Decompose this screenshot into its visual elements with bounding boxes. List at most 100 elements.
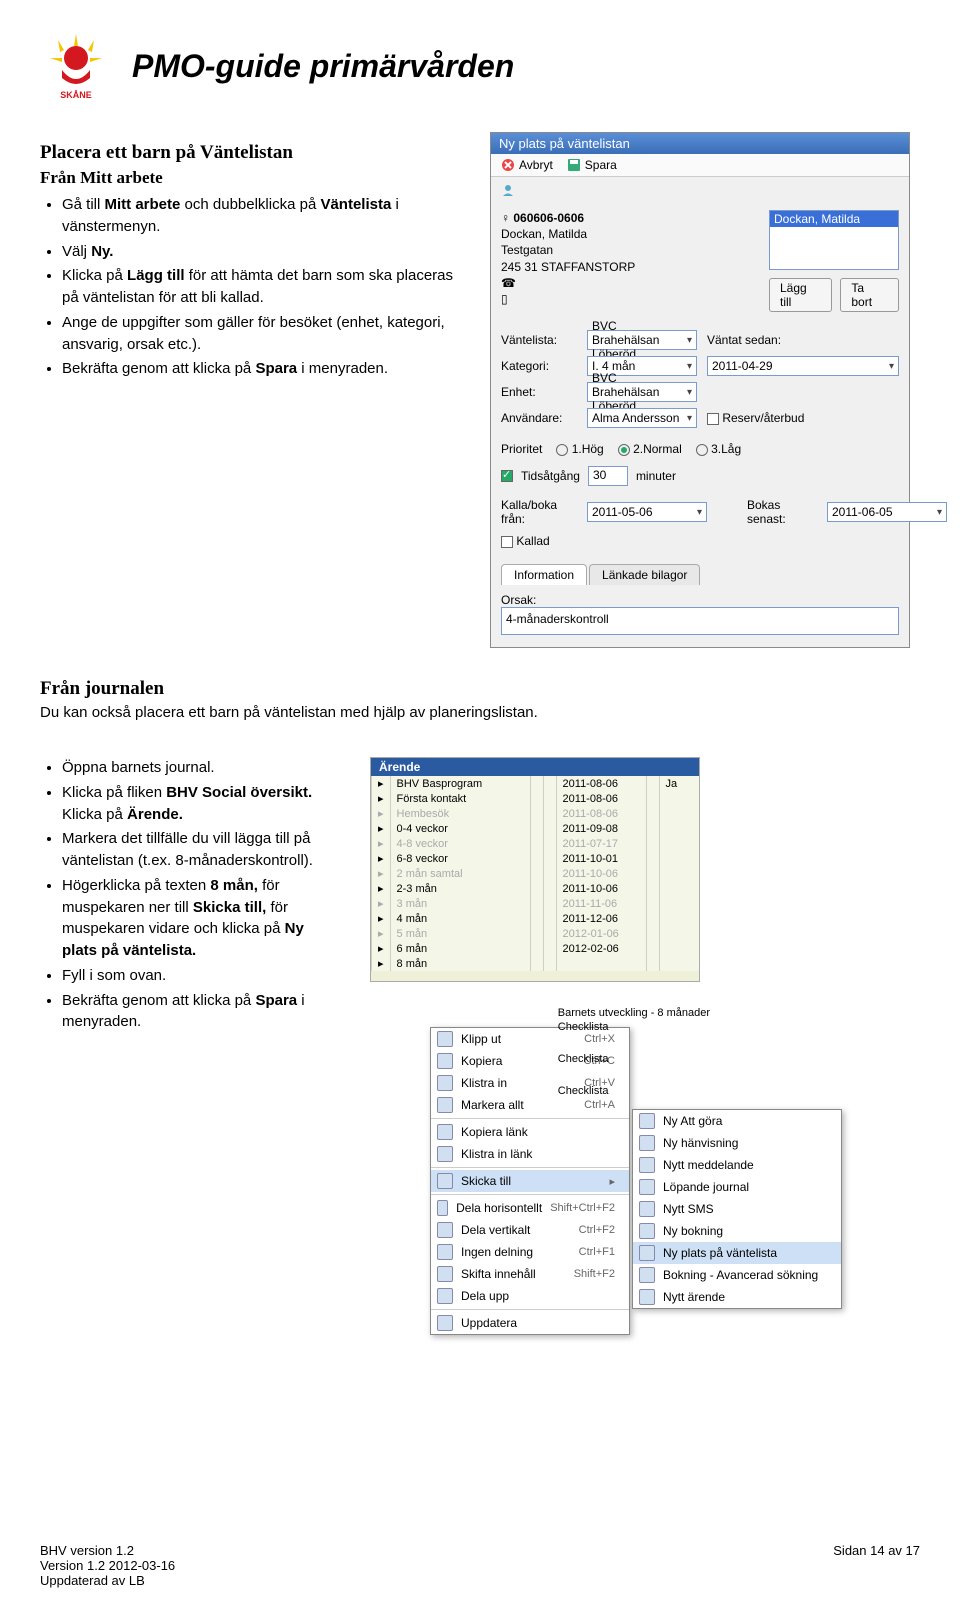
menu-item[interactable]: Dela vertikaltCtrl+F2 [431, 1219, 629, 1241]
bullet: Ange de uppgifter som gäller för besöket… [62, 312, 460, 356]
prio-lag-radio[interactable] [696, 444, 708, 456]
menu-icon [639, 1113, 655, 1129]
ta-bort-button[interactable]: Ta bort [840, 278, 899, 312]
menu-item[interactable]: Dela upp [431, 1285, 629, 1307]
journal-screenshot: Ärende ▸BHV Basprogram2011-08-06Ja▸Först… [370, 757, 700, 982]
menu-icon [639, 1201, 655, 1217]
journal-row[interactable]: ▸BHV Basprogram2011-08-06Ja [372, 776, 700, 791]
right-item: Barnets utveckling - 8 månader [558, 1007, 710, 1019]
vantelista-combo[interactable]: BVC Brahehälsan Löberöd [587, 330, 697, 350]
menu-icon [437, 1244, 453, 1260]
bullet: Fyll i som ovan. [62, 965, 340, 987]
section-heading: Placera ett barn på Väntelistan [40, 142, 460, 164]
journal-row[interactable]: ▸2 mån samtal2011-10-06 [372, 866, 700, 881]
menu-icon [437, 1031, 453, 1047]
tab-information[interactable]: Information [501, 564, 587, 585]
bullet: Öppna barnets journal. [62, 757, 340, 779]
bullet: Klicka på fliken BHV Social översikt. Kl… [62, 782, 340, 826]
menu-icon [639, 1223, 655, 1239]
menu-icon [437, 1097, 453, 1113]
svg-text:SKÅNE: SKÅNE [60, 90, 92, 100]
instruction-list: Gå till Mitt arbete och dubbelklicka på … [40, 194, 460, 380]
section2-heading: Från journalen [40, 678, 920, 700]
journal-row[interactable]: ▸3 mån2011-11-06 [372, 896, 700, 911]
menu-icon [437, 1075, 453, 1091]
menu-item[interactable]: Markera alltCtrl+A [431, 1094, 629, 1116]
menu-item[interactable]: Klistra in länk [431, 1143, 629, 1165]
section2-intro: Du kan också placera ett barn på vänteli… [40, 704, 920, 721]
enhet-combo[interactable]: BVC Brahehälsan Löberöd [587, 382, 697, 402]
kalla-fran-date[interactable]: 2011-05-06 [587, 502, 707, 522]
spara-button[interactable]: Spara [567, 158, 617, 172]
journal-row[interactable]: ▸Hembesök2011-08-06 [372, 806, 700, 821]
submenu-item[interactable]: Nytt SMS [633, 1198, 841, 1220]
prio-hog-radio[interactable] [556, 444, 568, 456]
menu-icon [639, 1289, 655, 1305]
patient-listbox[interactable]: Dockan, Matilda [769, 210, 899, 270]
journal-row[interactable]: ▸4-8 veckor2011-07-17 [372, 836, 700, 851]
bullet: Gå till Mitt arbete och dubbelklicka på … [62, 194, 460, 238]
avbryt-button[interactable]: Avbryt [501, 158, 553, 172]
footer-version: BHV version 1.2 Version 1.2 2012-03-16 U… [40, 1543, 175, 1588]
journal-row[interactable]: ▸6-8 veckor2011-10-01 [372, 851, 700, 866]
bullet: Markera det tillfälle du vill lägga till… [62, 828, 340, 872]
right-item: Checklista [558, 1085, 710, 1097]
menu-icon [437, 1053, 453, 1069]
bullet: Klicka på Lägg till för att hämta det ba… [62, 265, 460, 309]
journal-row[interactable]: ▸8 mån [372, 956, 700, 971]
skane-logo: SKÅNE [40, 30, 112, 102]
prio-normal-radio[interactable] [618, 444, 630, 456]
bokas-senast-date[interactable]: 2011-06-05 [827, 502, 947, 522]
tidsatgang-checkbox[interactable] [501, 470, 513, 482]
cancel-icon [501, 158, 515, 172]
menu-icon [437, 1315, 453, 1331]
submenu-item[interactable]: Nytt ärende [633, 1286, 841, 1308]
reserv-checkbox[interactable] [707, 413, 719, 425]
journal-row[interactable]: ▸4 mån2011-12-06 [372, 911, 700, 926]
footer-pager: Sidan 14 av 17 [833, 1543, 920, 1588]
bullet: Välj Ny. [62, 241, 460, 263]
context-submenu[interactable]: Ny Att göraNy hänvisningNytt meddelandeL… [632, 1109, 842, 1309]
submenu-item[interactable]: Ny plats på väntelista [633, 1242, 841, 1264]
menu-item[interactable]: Kopiera länk [431, 1121, 629, 1143]
instruction-list-2: Öppna barnets journal. Klicka på fliken … [40, 757, 340, 1033]
menu-icon [437, 1288, 453, 1304]
menu-icon [437, 1173, 453, 1189]
submenu-item[interactable]: Nytt meddelande [633, 1154, 841, 1176]
journal-row[interactable]: ▸2-3 mån2011-10-06 [372, 881, 700, 896]
kallad-checkbox[interactable] [501, 536, 513, 548]
tab-lankade-bilagor[interactable]: Länkade bilagor [589, 564, 700, 585]
vantat-sedan-date[interactable]: 2011-04-29 [707, 356, 899, 376]
anvandare-combo[interactable]: Alma Andersson [587, 408, 697, 428]
journal-row[interactable]: ▸0-4 veckor2011-09-08 [372, 821, 700, 836]
orsak-textarea[interactable]: 4-månaderskontroll [501, 607, 899, 635]
section-subheading: Från Mitt arbete [40, 168, 460, 188]
menu-item[interactable]: Uppdatera [431, 1312, 629, 1334]
lagg-till-button[interactable]: Lägg till [769, 278, 832, 312]
menu-item[interactable]: Dela horisontelltShift+Ctrl+F2 [431, 1197, 629, 1219]
user-icon [501, 183, 515, 197]
menu-icon [639, 1245, 655, 1261]
journal-row[interactable]: ▸6 mån2012-02-06 [372, 941, 700, 956]
journal-row[interactable]: ▸5 mån2012-01-06 [372, 926, 700, 941]
menu-icon [639, 1157, 655, 1173]
menu-item[interactable]: Skicka till▸ [431, 1170, 629, 1192]
submenu-item[interactable]: Löpande journal [633, 1176, 841, 1198]
menu-icon [639, 1179, 655, 1195]
menu-icon [639, 1135, 655, 1151]
menu-item[interactable]: Skifta innehållShift+F2 [431, 1263, 629, 1285]
tidsatgang-input[interactable]: 30 [588, 466, 628, 486]
submenu-item[interactable]: Ny hänvisning [633, 1132, 841, 1154]
arende-header: Ärende [371, 758, 699, 776]
dialog-title: Ny plats på väntelistan [491, 133, 909, 154]
submenu-item[interactable]: Ny Att göra [633, 1110, 841, 1132]
bullet: Bekräfta genom att klicka på Spara i men… [62, 990, 340, 1034]
submenu-item[interactable]: Ny bokning [633, 1220, 841, 1242]
journal-table: ▸BHV Basprogram2011-08-06Ja▸Första konta… [371, 776, 699, 971]
menu-icon [437, 1146, 453, 1162]
submenu-item[interactable]: Bokning - Avancerad sökning [633, 1264, 841, 1286]
menu-item[interactable]: Ingen delningCtrl+F1 [431, 1241, 629, 1263]
save-icon [567, 158, 581, 172]
journal-row[interactable]: ▸Första kontakt2011-08-06 [372, 791, 700, 806]
menu-icon [437, 1200, 448, 1216]
